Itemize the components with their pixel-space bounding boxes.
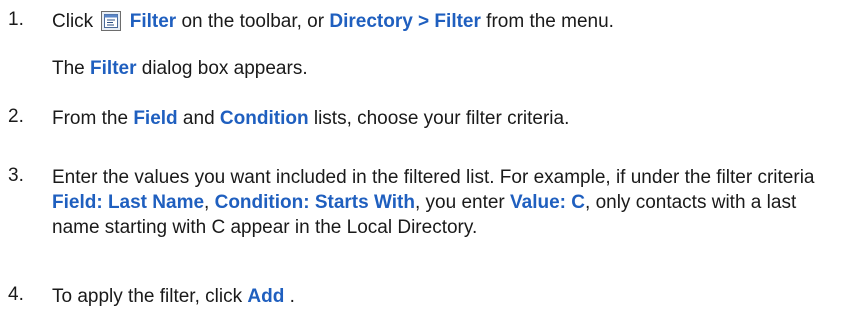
step-text-segment: To apply the filter, click xyxy=(52,286,248,307)
step-text-segment: . xyxy=(284,286,295,307)
step-text: Enter the values you want included in th… xyxy=(52,165,832,240)
step-text: From the Field and Condition lists, choo… xyxy=(52,106,842,131)
filter-keyword: Filter xyxy=(90,58,137,79)
step-text-segment: , you enter xyxy=(414,192,511,213)
step-text: To apply the filter, click Add . xyxy=(52,284,842,309)
step-number: 3. xyxy=(8,165,24,186)
step-text-segment: on the toolbar, or xyxy=(176,11,330,32)
filter-toolbar-icon xyxy=(101,11,122,31)
field-keyword: Field xyxy=(133,108,178,129)
step-text-segment: Enter the values you want included in th… xyxy=(52,167,815,188)
condition-keyword: Condition xyxy=(219,108,309,129)
step-text-segment: lists, choose your filter criteria. xyxy=(308,108,570,129)
step-result-text: The Filter dialog box appears. xyxy=(52,56,842,81)
step-text-segment: , xyxy=(204,192,215,213)
value-c-keyword: Value: C xyxy=(510,192,586,213)
step-text-segment: and xyxy=(177,108,220,129)
add-keyword: Add xyxy=(247,286,285,307)
step-text-segment: from the menu. xyxy=(480,11,614,32)
field-last-name-keyword: Field: Last Name xyxy=(52,192,205,213)
step-text-segment: dialog box appears. xyxy=(136,58,308,79)
step-text-segment: The xyxy=(52,58,91,79)
step-text-segment: From the xyxy=(52,108,134,129)
step-number: 2. xyxy=(8,106,24,127)
directory-filter-keyword: Directory > Filter xyxy=(329,11,481,32)
filter-keyword: Filter xyxy=(129,11,177,32)
step-number: 1. xyxy=(8,9,24,30)
step-text: Click Filter on the toolbar, or Director… xyxy=(52,9,842,34)
condition-starts-with-keyword: Condition: Starts With xyxy=(214,192,415,213)
step-text-segment: Click xyxy=(52,11,94,32)
step-number: 4. xyxy=(8,284,24,305)
